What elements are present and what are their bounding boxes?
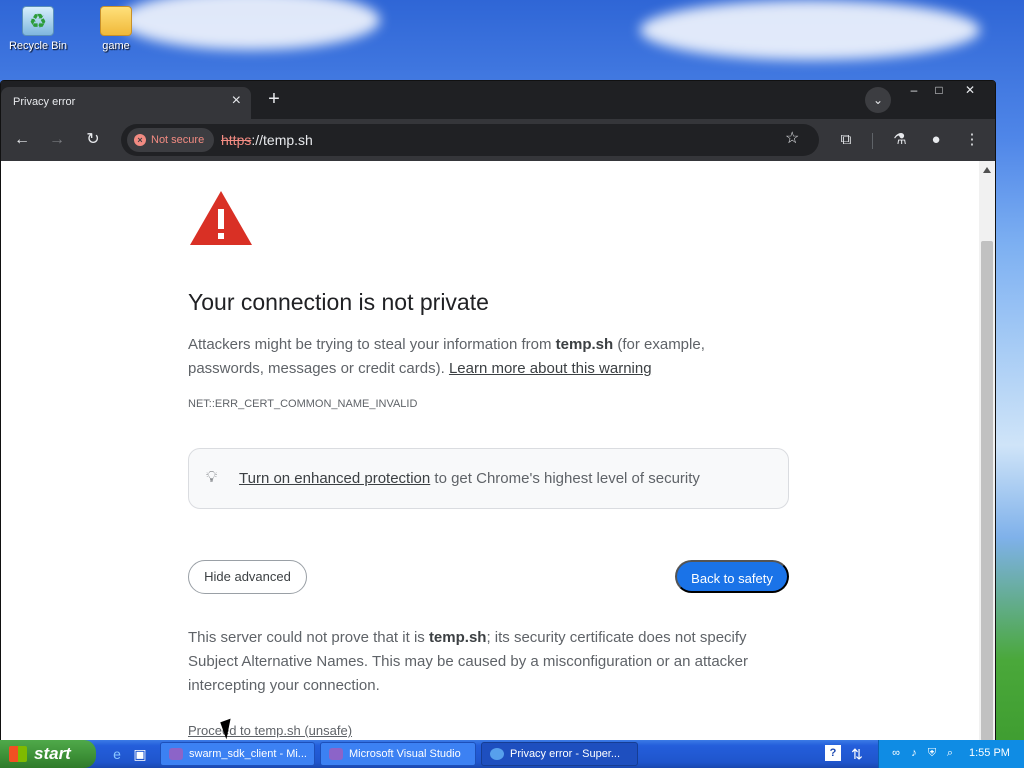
recycle-bin-glyph-icon (22, 6, 54, 36)
enhanced-protection-box: 💡︎ Turn on enhanced protection to get Ch… (188, 448, 789, 509)
scroll-up-arrow-icon[interactable] (983, 167, 991, 173)
tab-privacy-error[interactable]: Privacy error × (1, 87, 251, 119)
protection-suffix: to get Chrome's highest level of securit… (430, 470, 700, 487)
tab-title: Privacy error (13, 96, 76, 108)
details-domain: temp.sh (428, 629, 487, 646)
scrollbar-thumb[interactable] (981, 241, 993, 741)
taskbar-item-privacy-error[interactable]: Privacy error - Super... (481, 742, 638, 766)
system-tray: ∞ ♪ ⛨ ⌕ 1:55 PM (878, 740, 1024, 768)
folder-glyph-icon (100, 6, 132, 36)
sky-cloud (640, 0, 980, 60)
page-content: Your connection is not private Attackers… (1, 161, 979, 741)
tab-search-chevron-icon[interactable]: ⌄ (865, 87, 891, 113)
clock: 1:55 PM (969, 747, 1010, 759)
error-code: NET::ERR_CERT_COMMON_NAME_INVALID (188, 398, 418, 410)
warning-description: Attackers might be trying to steal your … (188, 333, 748, 381)
windows-flag-icon (9, 746, 27, 762)
vs-tray-icon[interactable]: ∞ (889, 746, 903, 760)
advanced-details: This server could not prove that it is t… (188, 626, 768, 698)
minimize-button[interactable]: – (901, 81, 927, 99)
maximize-button[interactable]: □ (926, 81, 952, 99)
star-icon[interactable]: ☆ (785, 128, 799, 148)
desc-domain: temp.sh (555, 336, 614, 353)
security-chip[interactable]: × Not secure (127, 128, 215, 152)
reload-button[interactable]: ↻ (81, 128, 105, 152)
sky-cloud (120, 0, 380, 50)
browser-toolbar: ← → ↻ × Not secure https://temp.sh ☆ ⧉ ⚗… (1, 119, 995, 161)
task-label: swarm_sdk_client - Mi... (189, 748, 307, 760)
learn-more-link[interactable]: Learn more about this warning (449, 360, 652, 377)
hide-advanced-button[interactable]: Hide advanced (188, 560, 307, 594)
forward-button[interactable]: → (45, 128, 69, 152)
game-folder-label: game (102, 40, 130, 52)
taskbar-item-swarm-sdk[interactable]: swarm_sdk_client - Mi... (160, 742, 315, 766)
visual-studio-icon (329, 748, 343, 760)
warning-triangle-icon (190, 191, 252, 245)
internet-explorer-icon[interactable]: e (108, 745, 126, 763)
protection-text: Turn on enhanced protection to get Chrom… (239, 470, 700, 487)
toolbar-divider (872, 133, 873, 149)
task-label: Microsoft Visual Studio (349, 748, 461, 760)
address-bar[interactable]: × Not secure https://temp.sh ☆ (121, 124, 819, 156)
start-button[interactable]: start (0, 740, 96, 768)
task-label: Privacy error - Super... (510, 748, 621, 760)
taskbar-item-visual-studio[interactable]: Microsoft Visual Studio (320, 742, 476, 766)
tab-strip: Privacy error × + ⌄ – □ ✕ (1, 81, 995, 119)
proceed-unsafe-link[interactable]: Proceed to temp.sh (unsafe) (188, 723, 352, 738)
enhanced-protection-link[interactable]: Turn on enhanced protection (239, 470, 430, 487)
tab-close-icon[interactable]: × (232, 92, 241, 110)
game-folder-icon[interactable]: game (81, 6, 151, 52)
recycle-bin-icon[interactable]: Recycle Bin (3, 6, 73, 52)
flask-icon[interactable]: ⚗ (889, 129, 911, 151)
start-label: start (34, 744, 71, 763)
desc-text-1: Attackers might be trying to steal your … (188, 336, 556, 353)
security-chip-label: Not secure (151, 134, 205, 146)
not-secure-icon: × (134, 134, 146, 146)
visual-studio-icon (169, 748, 183, 760)
kebab-menu-icon[interactable]: ⋮ (961, 129, 983, 151)
profile-icon[interactable]: ● (925, 129, 947, 151)
browser-window: Privacy error × + ⌄ – □ ✕ ← → ↻ × Not se… (0, 80, 996, 741)
page-scrollbar[interactable] (979, 161, 995, 741)
taskbar: start e ▣ swarm_sdk_client - Mi... Micro… (0, 740, 1024, 768)
details-text-1: This server could not prove that it is (188, 629, 429, 646)
shield-icon[interactable]: ⛨ (925, 746, 939, 760)
back-to-safety-button[interactable]: Back to safety (675, 560, 789, 593)
close-window-button[interactable]: ✕ (957, 81, 983, 99)
url-scheme: https (221, 132, 252, 148)
chrome-icon (490, 748, 504, 760)
show-desktop-icon[interactable]: ▣ (131, 745, 149, 763)
url-text[interactable]: https://temp.sh (221, 132, 313, 148)
puzzle-icon[interactable]: ⧉ (835, 129, 857, 151)
page-title: Your connection is not private (188, 289, 489, 315)
new-tab-button[interactable]: + (263, 89, 285, 111)
recycle-bin-label: Recycle Bin (8, 40, 68, 52)
url-host: ://temp.sh (251, 132, 313, 148)
speaker-icon[interactable]: ♪ (907, 746, 921, 760)
back-button[interactable]: ← (10, 128, 34, 152)
network-icon[interactable]: ⇅ (848, 745, 866, 763)
lightbulb-icon: 💡︎ (206, 469, 218, 486)
help-icon[interactable]: ? (825, 745, 841, 761)
search-icon[interactable]: ⌕ (943, 746, 957, 760)
